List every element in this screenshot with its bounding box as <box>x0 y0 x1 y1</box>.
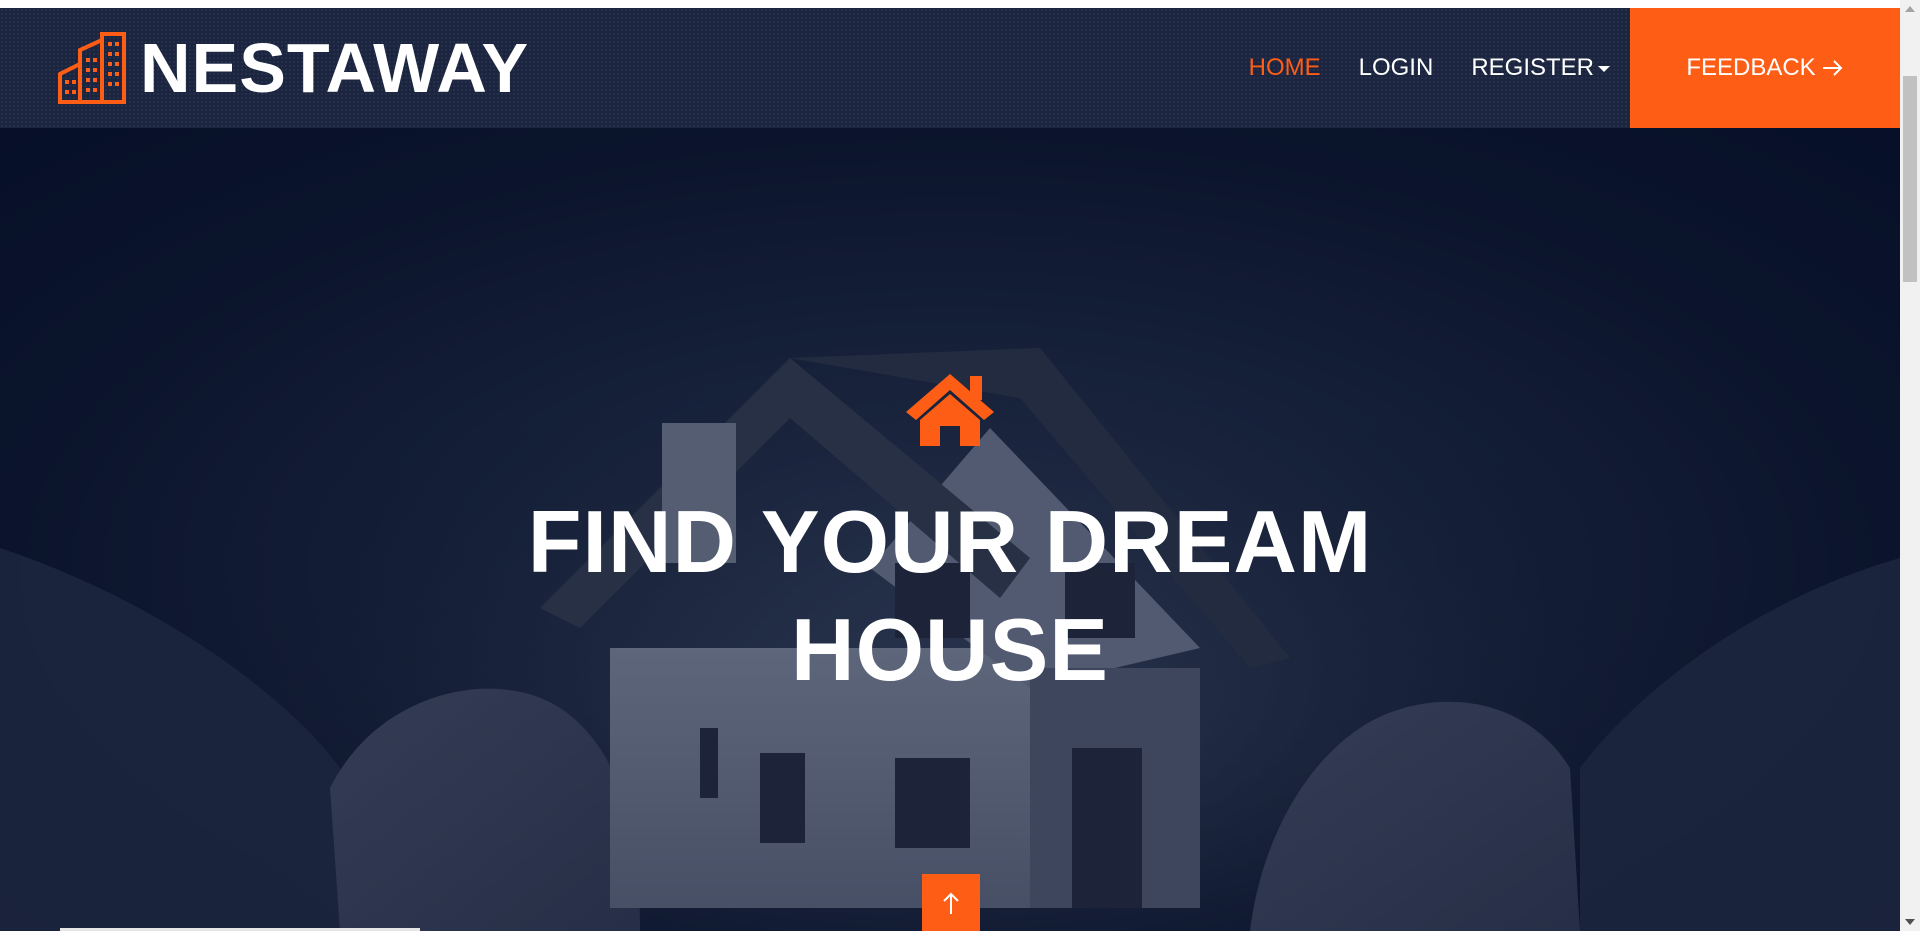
feedback-label: FEEDBACK <box>1686 54 1816 81</box>
vertical-scrollbar[interactable] <box>1900 0 1920 931</box>
arrow-up-icon <box>943 892 959 914</box>
top-strip <box>0 0 1900 8</box>
hero-section: FIND YOUR DREAM HOUSE <box>0 128 1900 931</box>
brand-name: NESTAWAY <box>140 29 530 107</box>
navbar: NESTAWAY HOME LOGIN REGISTER FEEDBACK <box>0 8 1900 128</box>
nav-register-label: REGISTER <box>1471 54 1594 81</box>
hero-title-line-2: HOUSE <box>791 600 1109 699</box>
nav-home-link[interactable]: HOME <box>1249 54 1321 82</box>
page-viewport: NESTAWAY HOME LOGIN REGISTER FEEDBACK FI… <box>0 0 1900 931</box>
nav-menu: HOME LOGIN REGISTER <box>1211 8 1610 128</box>
hero-title-line-1: FIND YOUR DREAM <box>527 492 1373 591</box>
scroll-down-icon[interactable] <box>1905 919 1915 925</box>
nav-register-dropdown[interactable]: REGISTER <box>1471 54 1610 82</box>
buildings-icon <box>58 32 126 104</box>
nav-login-link[interactable]: LOGIN <box>1359 54 1434 82</box>
scrollbar-thumb[interactable] <box>1903 76 1917 282</box>
nav-home-label: HOME <box>1248 54 1321 81</box>
nav-login-label: LOGIN <box>1358 54 1434 81</box>
home-icon <box>906 374 994 446</box>
back-to-top-button[interactable] <box>922 874 980 931</box>
caret-down-icon <box>1598 66 1610 72</box>
arrow-right-icon <box>1822 60 1843 76</box>
scroll-up-icon[interactable] <box>1905 6 1915 12</box>
hero-title: FIND YOUR DREAM HOUSE <box>450 488 1450 704</box>
brand-logo[interactable]: NESTAWAY <box>58 28 529 108</box>
feedback-button[interactable]: FEEDBACK <box>1630 8 1900 128</box>
